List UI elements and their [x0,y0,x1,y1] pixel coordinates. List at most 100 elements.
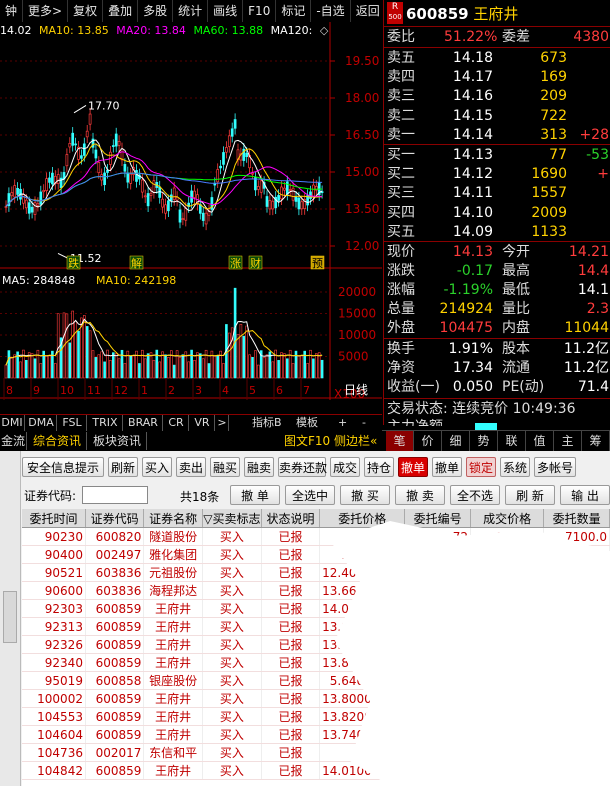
indicator-tab[interactable]: BRAR [124,415,163,431]
indicator-tab[interactable]: CR [164,415,189,431]
candle-body [16,187,19,195]
indicator-tab[interactable]: DMA [26,415,57,431]
sell-level-row[interactable]: 卖二 14.15 722 [384,107,610,126]
action-bar: 撤 单全选中撤 买撤 卖全不选刷 新输 出 [226,485,610,507]
volume-bar [141,349,144,379]
badge-bottom-text: 500 [388,13,402,21]
action-button-0[interactable]: 撤 单 [230,485,280,505]
column-header[interactable]: ▽买卖标志 [202,509,262,528]
buy-level-row[interactable]: 买四 14.10 2009 [384,204,610,223]
candle-body [219,165,222,169]
table-cell: 95019 [22,671,86,690]
level-label: 卖四 [387,69,415,86]
volume-bar [114,353,118,379]
info-tab-2[interactable]: 板块资讯 [88,432,147,450]
action-button-3[interactable]: 撤 卖 [395,485,445,505]
ma60-text: MA60: 13.88 [193,24,264,37]
quote-tab-2[interactable]: 细 [442,431,470,451]
menu-item-7[interactable]: F10 [243,0,277,22]
y-tick-label: 16.50 [345,128,379,142]
level-price: 14.16 [452,88,493,105]
buy-level-row[interactable]: 买三 14.11 1557 [384,184,610,203]
quote-tab-1[interactable]: 价 [414,431,442,451]
sell-level-row[interactable]: 卖四 14.17 169 [384,68,610,87]
weicha-label: 委差 [502,29,530,45]
code-input[interactable] [82,486,148,504]
indicator-tab[interactable]: TRIX [88,415,123,431]
column-header[interactable]: 证券名称 [143,509,203,528]
info-tab-0[interactable]: 金流向 [0,432,27,466]
menu-item-8[interactable]: 标记 [276,0,312,22]
candle-body [80,155,83,159]
toolbar-button-0[interactable]: 安全信息提示 [22,457,104,477]
toolbar-button-9[interactable]: 撤单 [398,457,428,477]
table-cell: 元祖股份 [143,563,203,582]
indicator-control[interactable]: 指标B [252,415,282,431]
kline-chart[interactable]: 19.5018.0016.5015.0013.5012.0017.7011.52… [0,22,382,400]
action-button-2[interactable]: 撤 买 [340,485,390,505]
action-button-5[interactable]: 刷 新 [505,485,555,505]
toolbar-button-1[interactable]: 刷新 [108,457,138,477]
menu-item-9[interactable]: -自选 [311,0,351,22]
menu-item-3[interactable]: 叠加 [103,0,139,22]
column-header[interactable]: 证券代码 [85,509,145,528]
buy-level-row[interactable]: 买五 14.09 1133 [384,223,610,242]
toolbar-button-2[interactable]: 买入 [142,457,172,477]
indicator-control[interactable]: 模板 [296,415,318,431]
indicator-tab[interactable]: > [216,415,229,431]
quote-tab-3[interactable]: 势 [470,431,498,451]
action-button-6[interactable]: 输 出 [560,485,610,505]
side-tab-2[interactable]: « [370,432,377,450]
toolbar-button-6[interactable]: 卖券还款 [278,457,327,477]
quote-tab-0[interactable]: 笔 [386,431,414,451]
column-header[interactable]: 状态说明 [261,509,321,528]
quote-tab-6[interactable]: 主 [554,431,582,451]
quote-tab-7[interactable]: 筹 [582,431,610,451]
sell-level-row[interactable]: 卖一 14.14 313 +28 [384,126,610,145]
menu-item-10[interactable]: 返回 [351,0,386,22]
indicator-tab[interactable]: DMI [0,415,25,431]
stat-label: 换手 [387,341,415,357]
sell-level-row[interactable]: 卖五 14.18 673 [384,49,610,68]
action-button-1[interactable]: 全选中 [285,485,335,505]
column-header[interactable]: 委托时间 [22,509,86,528]
toolbar-button-4[interactable]: 融买 [210,457,240,477]
table-cell: 王府井 [143,635,203,654]
toolbar-button-10[interactable]: 撤单 [432,457,462,477]
settings-icon[interactable]: ◇ [320,24,328,37]
toolbar-button-7[interactable]: 成交 [330,457,360,477]
sidebar-handle[interactable] [3,591,17,643]
table-cell: 海程邦达 [143,581,203,600]
stock-code: 600859 [406,5,469,23]
menu-item-0[interactable]: 钟 [0,0,24,22]
side-tab-1[interactable]: 侧边栏 [334,432,370,450]
action-button-4[interactable]: 全不选 [450,485,500,505]
menu-item-6[interactable]: 画线 [208,0,244,22]
toolbar-button-11[interactable]: 锁定 [466,457,496,477]
menu-item-5[interactable]: 统计 [173,0,209,22]
level-volume: 169 [540,69,567,86]
level-volume: 1133 [531,223,567,240]
buy-level-row[interactable]: 买一 14.13 77 -53 [384,146,610,165]
sell-level-row[interactable]: 卖三 14.16 209 [384,87,610,106]
info-tab-1[interactable]: 综合资讯 [28,432,87,450]
quote-tab-5[interactable]: 值 [526,431,554,451]
indicator-tab[interactable]: FSL [58,415,87,431]
indicator-control[interactable]: - [362,415,366,431]
menu-item-1[interactable]: 更多> [23,0,69,22]
menu-item-4[interactable]: 多股 [138,0,174,22]
toolbar-button-12[interactable]: 系统 [500,457,530,477]
quote-tab-4[interactable]: 联 [498,431,526,451]
buy-level-row[interactable]: 买二 14.12 1690 + [384,165,610,184]
month-label: 12 [114,384,128,397]
side-tab-0[interactable]: 图文F10 [284,432,330,450]
indicator-tab[interactable]: VR [190,415,215,431]
indicator-control[interactable]: + [338,415,347,431]
toolbar-button-13[interactable]: 多帐号 [534,457,576,477]
table-cell: 买入 [202,707,262,726]
menu-item-2[interactable]: 复权 [68,0,104,22]
toolbar-button-5[interactable]: 融卖 [244,457,274,477]
toolbar-button-8[interactable]: 持仓 [364,457,394,477]
stock-name: 王府井 [473,5,519,23]
toolbar-button-3[interactable]: 卖出 [176,457,206,477]
